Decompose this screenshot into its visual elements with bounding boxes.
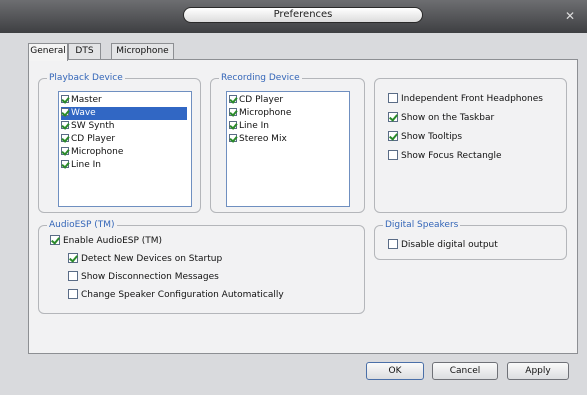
- list-item[interactable]: Stereo Mix: [229, 133, 287, 146]
- checkbox[interactable]: [229, 134, 237, 142]
- checkbox[interactable]: [68, 253, 78, 263]
- checkbox[interactable]: [61, 121, 69, 129]
- show-on-taskbar-option[interactable]: Show on the Taskbar: [388, 111, 494, 125]
- checkbox[interactable]: [68, 289, 78, 299]
- list-item[interactable]: Master: [61, 94, 102, 107]
- checkbox[interactable]: [388, 93, 398, 103]
- list-item[interactable]: CD Player: [61, 133, 115, 146]
- checkbox[interactable]: [50, 235, 60, 245]
- apply-button[interactable]: Apply: [507, 362, 569, 380]
- playback-device-title: Playback Device: [47, 72, 125, 84]
- checkbox[interactable]: [388, 239, 398, 249]
- checkbox[interactable]: [61, 108, 69, 116]
- checkbox[interactable]: [61, 147, 69, 155]
- tab-general[interactable]: General: [28, 43, 68, 61]
- list-item[interactable]: Microphone: [61, 146, 123, 159]
- close-icon[interactable]: ✕: [563, 9, 577, 23]
- recording-device-list[interactable]: CD Player Microphone Line In Stereo Mix: [226, 91, 350, 207]
- window-title: Preferences: [183, 7, 423, 23]
- preferences-window: Preferences ✕ General DTS Microphone Pla…: [0, 0, 587, 395]
- audioesp-title: AudioESP (TM): [47, 219, 117, 231]
- checkbox[interactable]: [61, 134, 69, 142]
- disable-digital-output-option[interactable]: Disable digital output: [388, 238, 498, 252]
- checkbox[interactable]: [229, 121, 237, 129]
- digital-speakers-title: Digital Speakers: [383, 219, 461, 231]
- list-item[interactable]: Line In: [61, 159, 101, 172]
- audioesp-group: AudioESP (TM) Enable AudioESP (TM) Detec…: [38, 219, 365, 314]
- checkbox[interactable]: [61, 95, 69, 103]
- show-focus-rectangle-option[interactable]: Show Focus Rectangle: [388, 149, 502, 163]
- checkbox[interactable]: [229, 95, 237, 103]
- recording-device-group: Recording Device CD Player Microphone Li…: [210, 72, 365, 213]
- digital-speakers-group: Digital Speakers Disable digital output: [374, 219, 567, 260]
- cancel-button[interactable]: Cancel: [432, 362, 498, 380]
- checkbox[interactable]: [388, 112, 398, 122]
- detect-new-devices-option[interactable]: Detect New Devices on Startup: [68, 252, 222, 266]
- recording-device-title: Recording Device: [219, 72, 302, 84]
- checkbox[interactable]: [68, 271, 78, 281]
- list-item[interactable]: CD Player: [229, 94, 283, 107]
- show-tooltips-option[interactable]: Show Tooltips: [388, 130, 462, 144]
- checkbox[interactable]: [388, 131, 398, 141]
- list-item[interactable]: Wave: [61, 107, 187, 120]
- tab-microphone[interactable]: Microphone: [111, 43, 174, 59]
- title-bar[interactable]: Preferences ✕: [0, 0, 587, 33]
- show-disconnection-messages-option[interactable]: Show Disconnection Messages: [68, 270, 219, 284]
- list-item[interactable]: Line In: [229, 120, 269, 133]
- ok-button[interactable]: OK: [366, 362, 424, 380]
- general-panel: Playback Device Master Wave SW Synth CD …: [28, 59, 578, 354]
- independent-front-headphones-option[interactable]: Independent Front Headphones: [388, 92, 543, 106]
- checkbox[interactable]: [229, 108, 237, 116]
- enable-audioesp-option[interactable]: Enable AudioESP (TM): [50, 234, 162, 248]
- list-item[interactable]: SW Synth: [61, 120, 114, 133]
- checkbox[interactable]: [388, 150, 398, 160]
- playback-device-group: Playback Device Master Wave SW Synth CD …: [38, 72, 201, 213]
- checkbox[interactable]: [61, 160, 69, 168]
- list-item[interactable]: Microphone: [229, 107, 291, 120]
- tab-dts[interactable]: DTS: [68, 43, 101, 59]
- options-group: Independent Front Headphones Show on the…: [374, 78, 567, 213]
- change-speaker-configuration-option[interactable]: Change Speaker Configuration Automatical…: [68, 288, 284, 302]
- playback-device-list[interactable]: Master Wave SW Synth CD Player Microphon…: [58, 91, 192, 207]
